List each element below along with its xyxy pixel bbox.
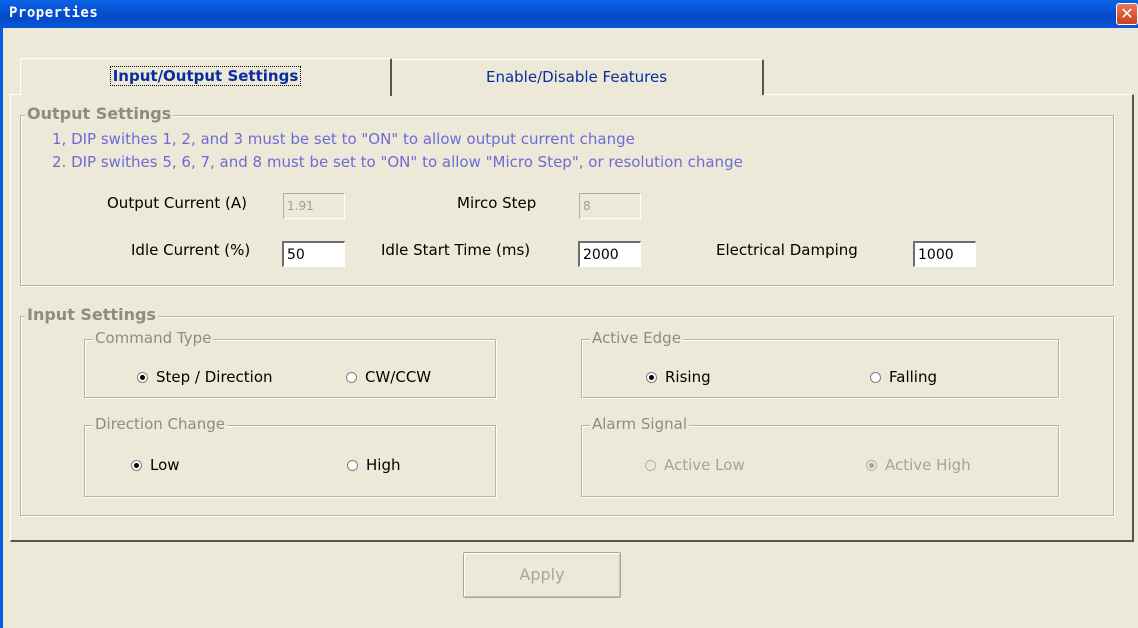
command-type-title: Command Type: [93, 329, 214, 347]
window-frame: [0, 28, 3, 628]
radio-unselected-icon: [645, 459, 656, 471]
idle-current-field[interactable]: 50: [282, 241, 345, 267]
radio-label: Step / Direction: [156, 368, 273, 386]
radio-low[interactable]: Low: [131, 456, 180, 474]
radio-cw-ccw[interactable]: CW/CCW: [346, 368, 431, 386]
radio-high[interactable]: High: [347, 456, 400, 474]
radio-selected-icon: [131, 459, 142, 471]
note-2: 2. DIP swithes 5, 6, 7, and 8 must be se…: [52, 153, 743, 171]
direction-change-title: Direction Change: [93, 415, 227, 433]
radio-step-direction[interactable]: Step / Direction: [137, 368, 273, 386]
output-settings-title: Output Settings: [25, 104, 174, 123]
radio-label: Rising: [665, 368, 711, 386]
idle-start-time-label: Idle Start Time (ms): [381, 241, 531, 259]
radio-active-low[interactable]: Active Low: [645, 456, 745, 474]
radio-label: Falling: [889, 368, 937, 386]
radio-label: CW/CCW: [365, 368, 432, 386]
tab-label: Enable/Disable Features: [485, 68, 668, 86]
tab-enable-disable-features[interactable]: Enable/Disable Features: [390, 59, 764, 95]
idle-start-time-field[interactable]: 2000: [578, 241, 641, 267]
tab-label: Input/Output Settings: [109, 66, 302, 86]
radio-label: High: [366, 456, 401, 474]
radio-label: Low: [150, 456, 180, 474]
micro-step-field[interactable]: 8: [579, 193, 641, 219]
tab-input-output-settings[interactable]: Input/Output Settings: [20, 58, 392, 96]
idle-current-label: Idle Current (%): [131, 241, 251, 259]
radio-label: Active Low: [664, 456, 745, 474]
active-edge-title: Active Edge: [590, 329, 683, 347]
electrical-damping-field[interactable]: 1000: [913, 241, 976, 267]
radio-selected-icon: [137, 371, 148, 383]
output-current-label: Output Current (A): [107, 194, 247, 212]
radio-selected-icon: [866, 459, 877, 471]
radio-unselected-icon: [347, 459, 358, 471]
apply-button[interactable]: Apply: [463, 552, 621, 598]
alarm-signal-title: Alarm Signal: [590, 415, 689, 433]
close-icon[interactable]: ✕: [1116, 3, 1138, 25]
input-settings-title: Input Settings: [25, 305, 158, 324]
title-bar: Properties ✕: [0, 0, 1138, 28]
radio-rising[interactable]: Rising: [646, 368, 711, 386]
window-title: Properties: [9, 5, 99, 21]
note-1: 1, DIP swithes 1, 2, and 3 must be set t…: [52, 130, 635, 148]
output-current-field[interactable]: 1.91: [283, 193, 345, 219]
radio-unselected-icon: [870, 371, 881, 383]
radio-selected-icon: [646, 371, 657, 383]
micro-step-label: Mirco Step: [457, 194, 537, 212]
electrical-damping-label: Electrical Damping: [716, 241, 858, 259]
radio-falling[interactable]: Falling: [870, 368, 937, 386]
radio-active-high[interactable]: Active High: [866, 456, 971, 474]
radio-label: Active High: [885, 456, 971, 474]
radio-unselected-icon: [346, 371, 357, 383]
